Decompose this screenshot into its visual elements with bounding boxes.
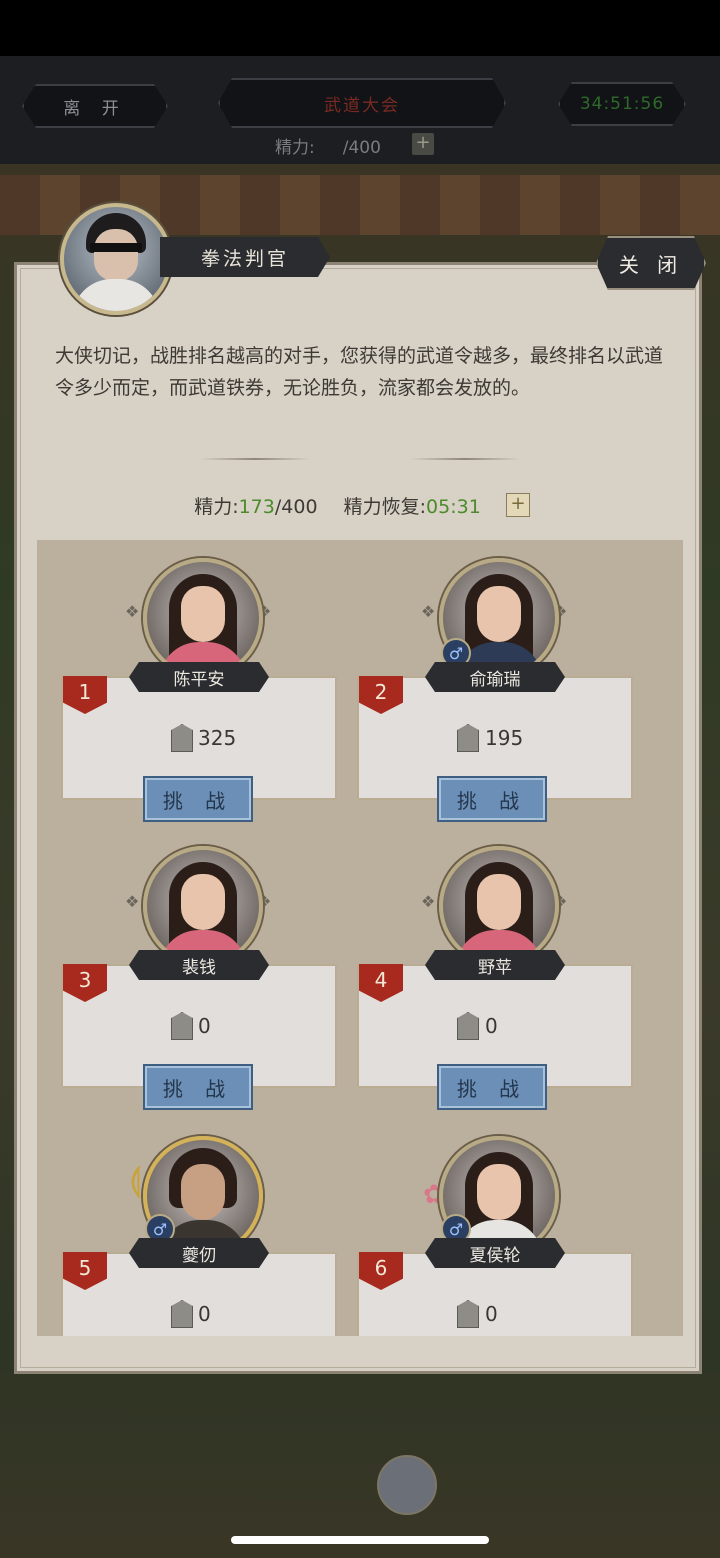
stamina-recover-time: 05:31 [426, 496, 481, 518]
ornament-icon: ❖ [421, 602, 436, 621]
npc-face [94, 229, 138, 281]
portrait-face [477, 874, 521, 930]
stamina-max: /400 [274, 496, 318, 518]
header-stamina: 精力: /400 [275, 133, 381, 158]
opponent-name: 陈平安 [129, 662, 269, 692]
event-title: 武道大会 [218, 78, 506, 128]
stamina-recover-label: 精力恢复: [343, 496, 427, 518]
npc-portrait [60, 203, 172, 315]
opponent-list[interactable]: ❖ ❖ 陈平安 1 325 挑 战 ❖ ❖ ♂ 俞瑜瑞 2 195 挑 战 ❖ … [37, 540, 683, 1336]
stamina-info: 精力:173/400 精力恢复:05:31 [0, 492, 720, 519]
challenge-button[interactable]: 挑 战 [437, 776, 547, 822]
opponent-score: 0 [198, 1014, 211, 1038]
dialog-description: 大侠切记，战胜排名越高的对手，您获得的武道令越多，最终排名以武道令多少而定，而武… [55, 345, 664, 399]
player-avatar[interactable] [377, 1455, 437, 1515]
opponent-portrait[interactable] [143, 846, 263, 966]
portrait-face [181, 586, 225, 642]
npc-robe [72, 279, 160, 311]
gold-wing-icon: ⟬ [129, 1160, 142, 1200]
opponent-name: 夏侯轮 [425, 1238, 565, 1268]
opponent-score: 0 [198, 1302, 211, 1326]
opponent-name: 野苹 [425, 950, 565, 980]
challenge-button[interactable]: 挑 战 [143, 1064, 253, 1110]
leave-button[interactable]: 离 开 [22, 84, 168, 128]
portrait-face [477, 1164, 521, 1220]
opponent-name: 裴钱 [129, 950, 269, 980]
countdown-timer: 34:51:56 [558, 82, 686, 126]
stamina-label: 精力: [194, 496, 239, 518]
opponent-score: 0 [485, 1302, 498, 1326]
portrait-face [181, 874, 225, 930]
challenge-button[interactable]: 挑 战 [437, 1064, 547, 1110]
header-stamina-plus-button[interactable]: + [412, 133, 434, 155]
opponent-portrait[interactable] [143, 558, 263, 678]
opponent-name: 俞瑜瑞 [425, 662, 565, 692]
divider-right [410, 458, 520, 460]
ornament-icon: ❖ [421, 892, 436, 911]
stamina-value: 173 [238, 496, 275, 518]
opponent-score: 0 [485, 1014, 498, 1038]
portrait-face [477, 586, 521, 642]
opponent-score: 195 [485, 726, 524, 750]
opponent-name: 夔仞 [129, 1238, 269, 1268]
stamina-plus-button[interactable]: + [506, 493, 530, 517]
header-stamina-label: 精力: [275, 138, 315, 158]
home-indicator[interactable] [231, 1536, 489, 1544]
ornament-icon: ❖ [125, 892, 140, 911]
challenge-button[interactable]: 挑 战 [143, 776, 253, 822]
status-bar [0, 0, 720, 56]
opponent-portrait[interactable] [439, 846, 559, 966]
npc-blindfold [90, 243, 142, 252]
close-button[interactable]: 关 闭 [596, 236, 706, 290]
divider-left [200, 458, 310, 460]
ornament-icon: ❖ [125, 602, 140, 621]
portrait-face [181, 1164, 225, 1220]
opponent-score: 325 [198, 726, 237, 750]
header-stamina-max: /400 [342, 138, 381, 158]
npc-name-plate: 拳法判官 [160, 237, 330, 277]
